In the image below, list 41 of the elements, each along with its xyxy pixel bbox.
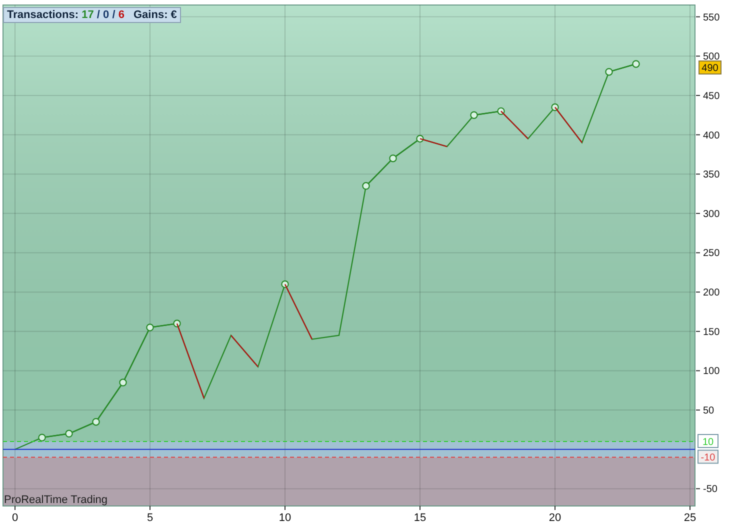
x-tick-label: 0 — [12, 512, 18, 524]
x-axis-label: 15 — [414, 506, 426, 524]
x-tick-label: 5 — [146, 512, 154, 524]
y-tick-label: 350 — [703, 170, 720, 181]
x-tick-label: 20 — [548, 512, 562, 524]
x-tick-label: 10 — [278, 512, 292, 524]
x-axis-label: 25 — [684, 506, 696, 524]
transactions-summary: Transactions: 17 / 0 / 6 Gains: € — [3, 7, 181, 23]
y-tick-label: 200 — [703, 288, 720, 299]
chart-caption: ProRealTime Trading — [4, 494, 108, 507]
x-tick-label: 15 — [414, 512, 426, 524]
y-axis-label: 300 — [696, 208, 720, 220]
x-axis-label: 10 — [278, 506, 292, 524]
level-label: 10 — [698, 434, 718, 448]
y-axis-label: 350 — [696, 170, 720, 181]
y-axis-label: -50 — [696, 484, 718, 496]
y-axis-label: 450 — [696, 90, 720, 102]
y-tick-label: 550 — [703, 12, 720, 24]
y-axis-label: 500 — [696, 52, 720, 63]
y-axis-label: 200 — [696, 288, 720, 299]
y-tick-label: 250 — [703, 248, 720, 260]
y-tick-label: 300 — [703, 208, 720, 220]
last-value-badge: 490 — [698, 60, 722, 74]
y-tick-label: 150 — [703, 326, 720, 338]
y-axis-label: 550 — [696, 12, 720, 24]
y-axis-label: 150 — [696, 326, 720, 338]
y-axis-label: 50 — [696, 406, 714, 417]
y-tick-label: 100 — [703, 366, 720, 378]
y-tick-label: 400 — [703, 130, 720, 142]
y-tick-label: 500 — [703, 52, 720, 63]
x-tick-label: 25 — [684, 512, 696, 524]
x-axis-label: 5 — [146, 506, 154, 524]
x-axis-label: 20 — [548, 506, 562, 524]
y-axis-label: 400 — [696, 130, 720, 142]
y-axis-label: 250 — [696, 248, 720, 260]
y-axis-label: 100 — [696, 366, 720, 378]
y-tick-label: -50 — [703, 484, 718, 496]
level-label: -10 — [698, 450, 718, 464]
y-tick-label: 450 — [703, 90, 720, 102]
x-axis-label: 0 — [12, 506, 18, 524]
y-tick-label: 50 — [703, 406, 715, 417]
